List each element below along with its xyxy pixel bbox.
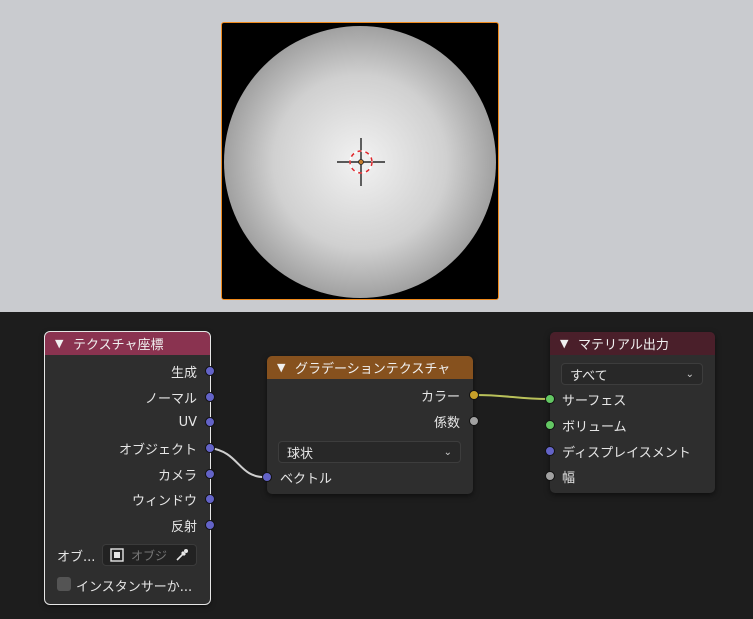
chevron-down-icon[interactable]: ▼: [55, 337, 67, 350]
instancer-checkbox[interactable]: [57, 577, 71, 591]
socket-label: ディスプレイスメント: [562, 445, 691, 461]
socket-label: UV: [178, 414, 197, 430]
output-uv: UV: [45, 412, 197, 432]
socket-label: 幅: [562, 470, 576, 486]
node-title: テクスチャ座標: [73, 338, 164, 353]
output-normal: ノーマル: [45, 387, 197, 407]
texture-coordinate-header[interactable]: ▼ テクスチャ座標: [45, 332, 210, 355]
input-surface: サーフェス: [562, 389, 626, 409]
socket-label: ボリューム: [562, 419, 627, 435]
output-reflection: 反射: [45, 515, 197, 535]
viewport-3d[interactable]: [0, 0, 753, 312]
3d-cursor-icon[interactable]: [337, 138, 385, 186]
output-object: オブジェクト: [45, 438, 197, 458]
node-title: マテリアル出力: [578, 338, 669, 353]
output-socket[interactable]: [205, 520, 215, 530]
output-socket[interactable]: [469, 416, 479, 426]
socket-label: ノーマル: [144, 391, 197, 407]
material-output-header[interactable]: ▼ マテリアル出力: [550, 332, 715, 355]
input-socket[interactable]: [262, 472, 272, 482]
object-icon: [110, 548, 124, 562]
socket-label: 係数: [433, 415, 460, 431]
output-socket[interactable]: [205, 443, 215, 453]
socket-label: ベクトル: [280, 471, 333, 487]
chevron-down-icon[interactable]: ▼: [560, 337, 572, 350]
input-vector: ベクトル: [280, 467, 332, 487]
socket-label: 反射: [170, 519, 197, 535]
socket-label: カラー: [420, 389, 460, 405]
render-preview: [221, 22, 499, 300]
socket-label: 生成: [170, 365, 197, 381]
object-placeholder: オブジ: [131, 548, 168, 563]
chevron-down-icon: ⌄: [443, 446, 452, 458]
socket-label: カメラ: [157, 468, 197, 484]
chevron-down-icon: ⌄: [685, 368, 694, 380]
dropdown-value: 球状: [287, 446, 314, 462]
gradient-texture-header[interactable]: ▼ グラデーションテクスチャ: [267, 356, 473, 379]
output-socket[interactable]: [205, 366, 215, 376]
output-socket[interactable]: [205, 469, 215, 479]
object-field[interactable]: オブジ: [102, 544, 197, 566]
dropdown-value: すべて: [570, 368, 608, 384]
output-socket[interactable]: [469, 390, 479, 400]
input-volume: ボリューム: [562, 415, 627, 435]
gradient-type-dropdown[interactable]: 球状 ⌄: [278, 441, 461, 463]
input-socket[interactable]: [545, 471, 555, 481]
socket-label: サーフェス: [562, 393, 627, 409]
chevron-down-icon[interactable]: ▼: [277, 361, 289, 374]
output-factor: 係数: [267, 411, 460, 431]
output-color: カラー: [267, 385, 460, 405]
output-socket[interactable]: [205, 417, 215, 427]
output-window: ウィンドウ: [45, 489, 197, 509]
input-socket[interactable]: [545, 394, 555, 404]
output-socket[interactable]: [205, 494, 215, 504]
instancer-label: インスタンサーか...: [76, 579, 193, 595]
output-generated: 生成: [45, 361, 197, 381]
socket-label: オブジェクト: [118, 442, 197, 458]
output-camera: カメラ: [45, 464, 197, 484]
input-socket[interactable]: [545, 420, 555, 430]
input-socket[interactable]: [545, 446, 555, 456]
input-displacement: ディスプレイスメント: [562, 441, 691, 461]
node-title: グラデーションテクスチャ: [295, 362, 451, 377]
target-dropdown[interactable]: すべて ⌄: [561, 363, 703, 385]
eyedropper-icon[interactable]: [174, 547, 190, 563]
object-label: オブ...: [57, 549, 96, 565]
socket-label: ウィンドウ: [131, 493, 197, 509]
output-socket[interactable]: [205, 392, 215, 402]
input-width: 幅: [562, 466, 575, 486]
